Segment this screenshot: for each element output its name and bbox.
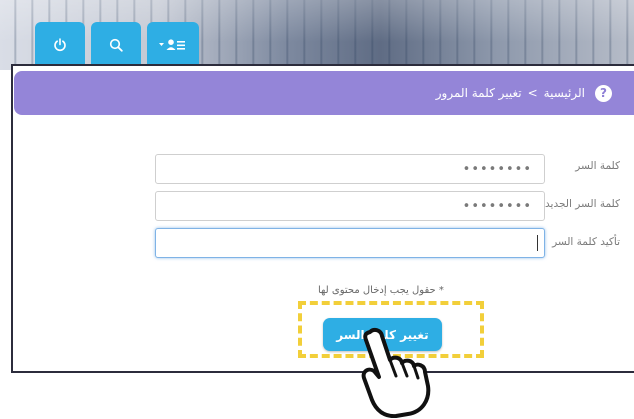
search-icon	[109, 38, 123, 52]
required-note: * حقول يجب إدخال محتوى لها	[318, 285, 444, 296]
confirm-password-label: تأكيد كلمة السر	[552, 236, 620, 248]
breadcrumb-home[interactable]: الرئيسية	[544, 86, 585, 100]
text-caret	[537, 235, 538, 251]
new-password-label: كلمة السر الجديدة	[539, 198, 620, 210]
breadcrumb-current: تغيير كلمة المرور	[435, 86, 522, 100]
password-label: كلمة السر	[575, 160, 620, 172]
pointing-hand-icon	[352, 326, 462, 419]
breadcrumb-separator: >	[527, 86, 538, 100]
logout-tab[interactable]	[35, 22, 85, 68]
user-menu-icon	[158, 38, 188, 52]
breadcrumb: ? الرئيسية > تغيير كلمة المرور	[14, 71, 634, 115]
help-icon[interactable]: ?	[595, 84, 612, 102]
confirm-password-field[interactable]	[155, 228, 545, 258]
new-password-field[interactable]	[155, 191, 545, 221]
user-menu-tab[interactable]	[147, 22, 199, 68]
search-tab[interactable]	[91, 22, 141, 68]
breadcrumb-trail: الرئيسية > تغيير كلمة المرور	[436, 86, 585, 100]
power-icon	[53, 38, 67, 52]
password-field[interactable]	[155, 154, 545, 184]
